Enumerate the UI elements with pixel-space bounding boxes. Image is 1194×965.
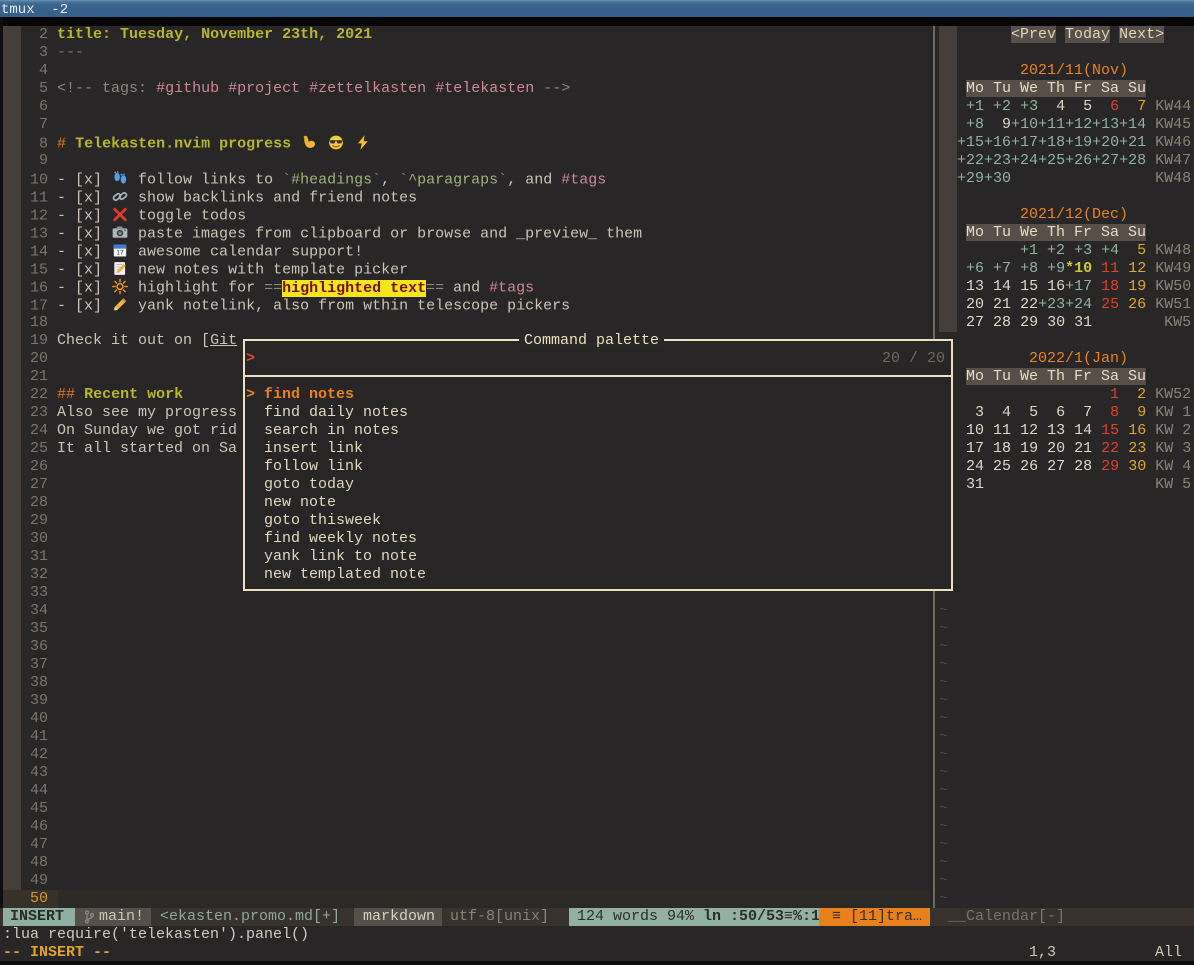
svg-text:17: 17 — [116, 250, 124, 257]
